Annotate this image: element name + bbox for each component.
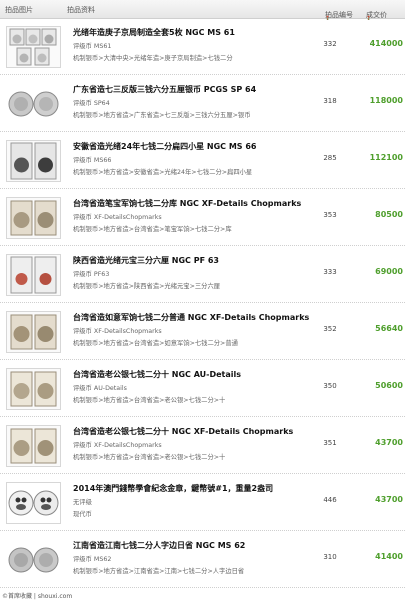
lot-title[interactable]: 台湾省造老公银七钱二分十 NGC AU-Details — [73, 369, 338, 380]
lot-category: 机制银币>地方省造>台湾省造>老公银>七钱二分>十 — [73, 397, 226, 404]
lot-price: 80500 — [375, 210, 403, 219]
lot-thumbnail[interactable] — [6, 26, 61, 68]
lot-category: 机制银币>地方省造>台湾省造>笔宝军饷>七钱二分>库 — [73, 226, 232, 233]
lot-title[interactable]: 台湾省造如意军饷七钱二分普通 NGC XF-Details Chopmarks — [73, 312, 338, 323]
lot-price: 56640 — [375, 324, 403, 333]
lot-grade: 评级币 XF-DetailsChopmarks — [73, 214, 162, 221]
lot-price: 118000 — [369, 96, 403, 105]
lot-thumbnail[interactable] — [6, 482, 61, 524]
lot-title[interactable]: 台湾省造老公银七钱二分十 NGC XF-Details Chopmarks — [73, 426, 338, 437]
lot-title[interactable]: 2014年澳門錢幣學會紀念金章，鍵幣號#1，重量2盎司 — [73, 483, 338, 494]
slab-pair-image — [10, 142, 57, 180]
lot-title[interactable]: 台湾省造笔宝军饷七钱二分库 NGC XF-Details Chopmarks — [73, 198, 338, 209]
lot-number: 332 — [323, 40, 337, 48]
lot-number: 285 — [323, 154, 337, 162]
lot-row[interactable]: 台湾省造笔宝军饷七钱二分库 NGC XF-Details Chopmarks 评… — [0, 189, 405, 246]
lot-thumbnail[interactable] — [6, 425, 61, 467]
lot-price: 41400 — [375, 552, 403, 561]
coin-pair-image — [8, 91, 59, 117]
lot-grade: 评级币 MS62 — [73, 556, 112, 563]
lot-number: 318 — [323, 97, 337, 105]
slab-pair-image — [10, 200, 57, 236]
table-header: 拍品图片 拍品资料 拍品编号 ↓ ↑ 成交价 ↓ ↑ — [0, 0, 405, 22]
lot-grade: 评级币 XF-DetailsChopmarks — [73, 442, 162, 449]
lot-price: 43700 — [375, 495, 403, 504]
lot-grade: 评级币 PF63 — [73, 271, 110, 278]
lot-price: 414000 — [369, 39, 403, 48]
lot-thumbnail[interactable] — [6, 254, 61, 296]
lot-title[interactable]: 江南省造江南七钱二分人字边日省 NGC MS 62 — [73, 540, 338, 551]
lot-title[interactable]: 安徽省造光绪24年七钱二分扁四小星 NGC MS 66 — [73, 141, 338, 152]
lot-grade: 评级币 MS66 — [73, 157, 112, 164]
lot-number: 333 — [323, 268, 337, 276]
header-info: 拍品资料 — [67, 6, 95, 14]
lot-grade: 评级币 MS61 — [73, 43, 112, 50]
lot-number: 352 — [323, 325, 337, 333]
lot-category: 机制银币>地方省造>陕西省造>光绪元宝>三分六厘 — [73, 283, 221, 290]
lot-price: 69000 — [375, 267, 403, 276]
lot-thumbnail[interactable] — [6, 140, 61, 182]
lot-price: 50600 — [375, 381, 403, 390]
lot-price: 112100 — [369, 153, 403, 162]
lot-thumbnail[interactable] — [6, 539, 61, 581]
lot-category: 机制银币>地方省造>江南省造>江南>七钱二分>人字边日省 — [73, 568, 245, 575]
site-watermark: ©首席收藏 | shouxi.com — [0, 591, 405, 600]
lot-thumbnail[interactable] — [6, 83, 61, 125]
lot-thumbnail[interactable] — [6, 197, 61, 239]
lot-grade: 评级币 SP64 — [73, 100, 110, 107]
slab-pair-image — [10, 256, 57, 294]
lot-row[interactable]: 台湾省造老公银七钱二分十 NGC XF-Details Chopmarks 评级… — [0, 417, 405, 474]
slab-set-image — [9, 28, 57, 66]
slab-pair-image — [10, 371, 57, 407]
lot-row[interactable]: 台湾省造如意军饷七钱二分普通 NGC XF-Details Chopmarks … — [0, 303, 405, 360]
lot-price: 43700 — [375, 438, 403, 447]
lot-category: 机制银币>地方省造>台湾省造>老公银>七钱二分>十 — [73, 454, 226, 461]
lot-category: 机制银币>地方省造>台湾省造>如意军饷>七钱二分>普通 — [73, 340, 238, 347]
lot-row[interactable]: 广东省造七三反版三钱六分五厘银币 PCGS SP 64 评级币 SP64 机制银… — [0, 75, 405, 132]
coin-pair-image — [8, 547, 59, 573]
lot-grade: 无评级 — [73, 499, 92, 506]
slab-pair-image — [10, 428, 57, 464]
lot-number: 446 — [323, 496, 337, 504]
header-image: 拍品图片 — [5, 6, 33, 14]
lot-number: 351 — [323, 439, 337, 447]
lot-grade: 评级币 AU-Details — [73, 385, 127, 392]
lot-thumbnail[interactable] — [6, 368, 61, 410]
slab-pair-image — [10, 314, 57, 350]
lot-category: 机制银币>大清中央>光绪年造>庚子京局制造>七钱二分 — [73, 55, 233, 62]
panda-coin-image — [8, 490, 59, 516]
lot-row[interactable]: 安徽省造光绪24年七钱二分扁四小星 NGC MS 66 评级币 MS66 机制银… — [0, 132, 405, 189]
lot-thumbnail[interactable] — [6, 311, 61, 353]
lot-number: 310 — [323, 553, 337, 561]
lot-number: 353 — [323, 211, 337, 219]
lot-row[interactable]: 光绪年造庚子京局制造全套5枚 NGC MS 61 评级币 MS61 机制银币>大… — [0, 18, 405, 75]
lot-number: 350 — [323, 382, 337, 390]
lot-category: 机制银币>地方省造>安徽省造>光绪24年>七钱二分>扁四小星 — [73, 169, 253, 176]
lot-row[interactable]: 2014年澳門錢幣學會紀念金章，鍵幣號#1，重量2盎司 无评级 现代币 446 … — [0, 474, 405, 531]
lot-row[interactable]: 江南省造江南七钱二分人字边日省 NGC MS 62 评级币 MS62 机制银币>… — [0, 531, 405, 588]
lot-category: 机制银币>地方省造>广东省造>七三反版>三钱六分五厘>银币 — [73, 112, 251, 119]
lot-row[interactable]: 陕西省造光绪元宝三分六厘 NGC PF 63 评级币 PF63 机制银币>地方省… — [0, 246, 405, 303]
lot-category: 现代币 — [73, 511, 92, 518]
lot-title[interactable]: 广东省造七三反版三钱六分五厘银币 PCGS SP 64 — [73, 84, 338, 95]
lot-title[interactable]: 陕西省造光绪元宝三分六厘 NGC PF 63 — [73, 255, 338, 266]
lot-row[interactable]: 台湾省造老公银七钱二分十 NGC AU-Details 评级币 AU-Detai… — [0, 360, 405, 417]
lot-grade: 评级币 XF-DetailsChopmarks — [73, 328, 162, 335]
lot-title[interactable]: 光绪年造庚子京局制造全套5枚 NGC MS 61 — [73, 27, 338, 38]
